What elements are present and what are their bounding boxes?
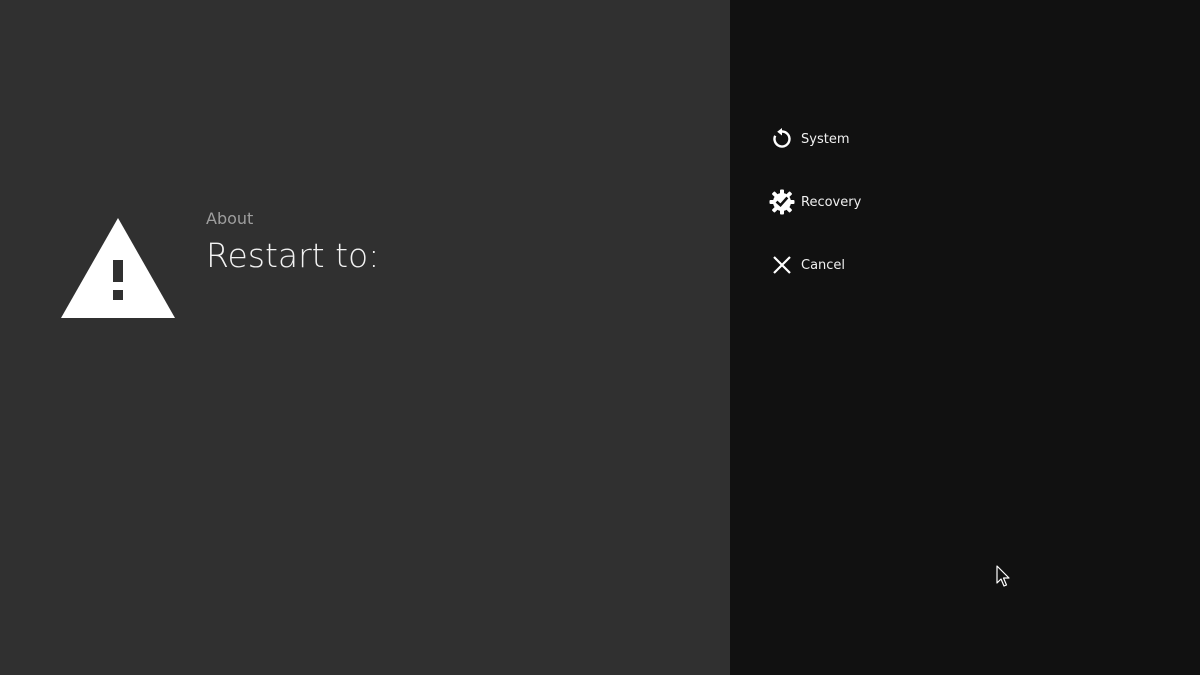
close-icon <box>768 251 796 279</box>
mouse-pointer-icon <box>996 565 1010 587</box>
menu-item-label: Cancel <box>801 257 846 273</box>
restart-icon <box>768 125 796 153</box>
settings-gear-check-icon <box>768 188 796 216</box>
menu-item-label: System <box>801 131 850 147</box>
menu-item-label: Recovery <box>801 194 862 210</box>
breadcrumb: About <box>206 209 254 228</box>
menu-item-recovery[interactable]: Recovery <box>768 187 861 217</box>
page-title: Restart to: <box>206 236 380 275</box>
menu-item-cancel[interactable]: Cancel <box>768 250 861 280</box>
warning-triangle-icon <box>61 218 175 318</box>
restart-dialog-screen: About Restart to: System Recovery Cancel <box>0 0 1200 675</box>
actions-panel <box>730 0 1200 675</box>
menu-item-system[interactable]: System <box>768 124 861 154</box>
guidance-panel: About Restart to: <box>0 0 730 675</box>
restart-options-menu: System Recovery Cancel <box>768 124 861 313</box>
